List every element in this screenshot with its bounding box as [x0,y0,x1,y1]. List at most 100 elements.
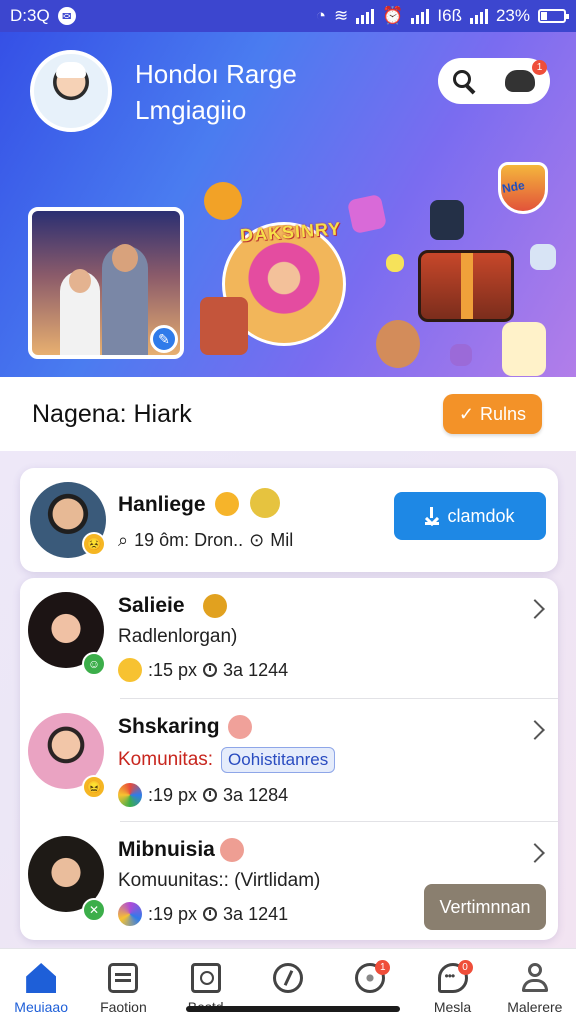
item-stat: :19 px [148,784,198,805]
coin-icon [215,492,239,516]
item-meta: :15 px 3a 1244 [118,658,288,682]
trophy-icon: Nde [496,152,552,222]
edit-icon[interactable]: ✎ [150,325,178,353]
download-icon [425,507,440,525]
item-name: Salieie [118,594,185,617]
item-time: 3a 1244 [223,659,289,680]
cart-badge: 1 [532,60,547,75]
badge-icon [220,838,244,862]
battery-icon [538,9,569,23]
sync-icon: ◔ [315,6,326,25]
badge-icon [228,715,252,739]
compass-icon [272,963,303,993]
carrier-text: I6ß [437,6,462,25]
featured-meta: ⌕ 19 ôm: Dron.. ⊙ Mil [118,530,293,551]
item-stat: :15 px [148,659,198,680]
online-badge-icon: ✕ [82,898,106,922]
clock-icon [203,663,218,677]
cart-icon[interactable]: 1 [505,60,547,92]
home-indicator[interactable] [186,1006,400,1012]
rules-label: Rulns [479,403,526,424]
arcade-icon [200,297,248,355]
item-subtitle: Komunitas: Oohistitanres [118,747,336,773]
chevron-right-icon[interactable] [525,843,545,863]
nav-item-games[interactable]: 1 [329,949,411,1025]
doll-icon [376,320,420,368]
list-item[interactable]: ☺ Salieie Radlenlorgan) :15 px 3a 1244 [20,578,558,698]
status-emoji-icon: 😣 [82,532,106,556]
chevron-right-icon[interactable] [525,720,545,740]
status-bar: D:3Q ✉ ◔ ≋ ⏰ I6ß 23% [0,0,576,32]
nav-item-explore[interactable] [247,949,329,1025]
nav-item-bestd[interactable]: Bestd [165,949,247,1025]
home-icon [26,963,57,993]
featured-meta-text-2: Mil [270,530,294,550]
hero-banner: Hondoı Rarge Lmgiagiio 1 ✎ DAKSINRY Nde [0,32,576,377]
item-time: 3a 1241 [223,903,289,924]
view-button[interactable]: Vertimnnan [424,884,546,930]
nav-label: Malerere [507,999,563,1015]
nav-badge: 1 [375,960,391,975]
item-time: 3a 1284 [223,784,289,805]
dice-icon [530,244,556,270]
signal-icon [356,8,375,24]
chevron-right-icon[interactable] [525,599,545,619]
list-card: ☺ Salieie Radlenlorgan) :15 px 3a 1244 😖… [20,578,558,940]
list-item[interactable]: ✕ Mibnuisia Komuunitas:: (Virtlidam) :19… [20,822,558,940]
messenger-icon: ✉ [57,7,76,25]
battery-percent: 23% [495,6,530,25]
camera-toy-icon [430,200,464,240]
search-small-icon: ⌕ [118,530,129,550]
nav-item-faotion[interactable]: Faotion [82,949,164,1025]
item-subtitle: Komuunitas:: (Virtlidam) [118,870,321,891]
item-stat: :19 px [148,903,198,924]
family-photo[interactable]: ✎ [28,207,184,359]
box-icon [108,963,139,993]
item-tag[interactable]: Oohistitanres [221,747,336,773]
nav-item-home[interactable]: Meuiaao [0,949,82,1025]
nav-label: Mesla [433,999,472,1015]
treasure-chest-icon [418,250,514,322]
item-meta: :19 px 3a 1241 [118,902,288,926]
frame-icon [190,963,221,993]
status-time: D:3Q [10,6,50,25]
circle-emblem-icon [118,783,142,807]
wifi-icon: ≋ [333,6,349,25]
status-emoji-icon: 😖 [82,775,106,799]
signal-icon-3 [469,8,488,24]
nav-item-messages[interactable]: 0 Mesla [411,949,493,1025]
gift-box-icon [346,193,388,235]
check-icon: ✓ [458,403,474,424]
user-icon [520,963,550,993]
chat-icon: 0 [437,960,473,993]
item-name: Shskaring [118,715,220,738]
nav-badge: 0 [457,960,473,975]
list-item[interactable]: 😖 Shskaring Komunitas: Oohistitanres :19… [20,699,558,821]
nav-label: Faotion [100,999,147,1015]
cube-icon [386,254,404,272]
clock-icon [203,788,218,802]
cube-icon-2 [450,344,472,366]
alarm-icon: ⏰ [382,6,404,25]
nav-item-profile[interactable]: Malerere [494,949,576,1025]
clock-toy-icon [204,182,242,220]
lock-toy-icon [502,322,546,376]
download-button[interactable]: clamdok [394,492,546,540]
section-header: Nagena: Hiark ✓ Rulns [0,377,576,451]
section-title: Nagena: Hiark [32,399,192,428]
featured-card[interactable]: 😣 Hanliege ⌕ 19 ôm: Dron.. ⊙ Mil clamdok [20,468,558,572]
nav-label: Meuiaao [14,999,68,1015]
search-icon[interactable] [453,70,475,92]
featured-name: Hanliege [118,493,206,516]
item-meta: :19 px 3a 1284 [118,783,288,807]
hero-title-line2: Lmgiagiio [135,95,247,125]
profile-avatar[interactable] [30,50,112,132]
item-subtitle: Radlenlorgan) [118,626,238,647]
rules-button[interactable]: ✓ Rulns [442,394,542,434]
download-label: clamdok [447,505,515,526]
circle-emblem-icon [118,902,142,926]
bottom-nav: Meuiaao Faotion Bestd 1 0 Mesla Malerere [0,948,576,1025]
online-badge-icon: ☺ [82,652,106,676]
mascot-icon [250,488,280,518]
item-subtitle-text: Komunitas: [118,749,214,770]
